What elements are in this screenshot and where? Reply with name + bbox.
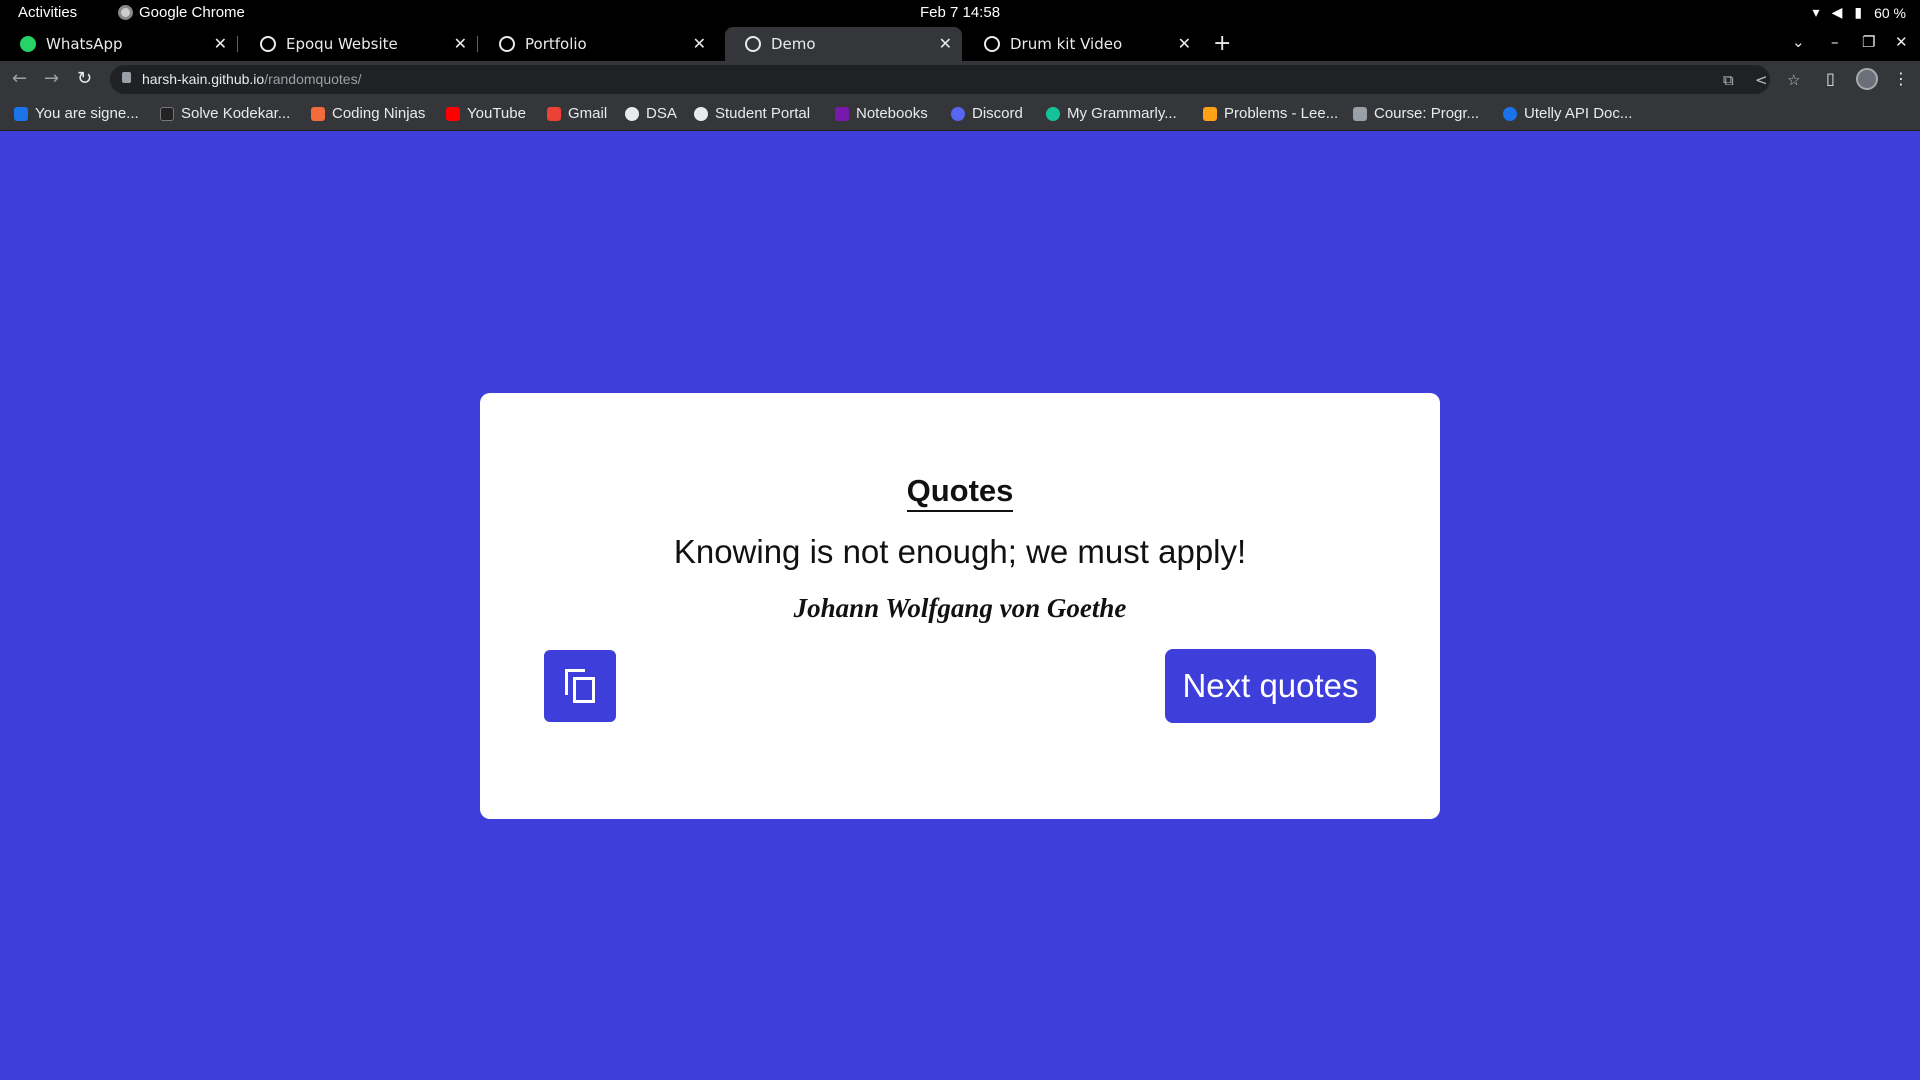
close-icon[interactable]: ✕ (454, 34, 467, 53)
bookmark-label: My Grammarly... (1067, 105, 1177, 122)
bookmark-item[interactable]: Course: Progr... (1353, 105, 1479, 122)
reload-icon[interactable]: ↻ (77, 68, 92, 89)
bookmark-label: Notebooks (856, 105, 928, 122)
globe-icon (260, 36, 276, 52)
restore-icon[interactable]: ❐ (1862, 33, 1875, 51)
more-menu-icon[interactable]: ⋮ (1893, 69, 1909, 88)
system-tray[interactable]: ▾ ◀ ▮ 60 % (1813, 4, 1906, 21)
bookmark-item[interactable]: Solve Kodekar... (160, 105, 290, 122)
bookmark-label: You are signe... (35, 105, 139, 122)
tab-drum-kit-video[interactable]: Drum kit Video ✕ (964, 27, 1201, 61)
tab-title: Epoqu Website (286, 35, 398, 53)
quote-text: Knowing is not enough; we must apply! (673, 533, 1247, 570)
side-panel-icon[interactable]: ▯ (1826, 69, 1835, 88)
new-tab-plus-icon[interactable]: + (1213, 31, 1231, 56)
forward-arrow-icon[interactable]: → (44, 68, 59, 89)
bookmark-favicon-icon (625, 106, 639, 121)
quote-card: Quotes Knowing is not enough; we must ap… (480, 393, 1440, 819)
back-arrow-icon[interactable]: ← (12, 68, 27, 89)
share-icon[interactable]: < (1755, 71, 1768, 89)
battery-icon: ▮ (1854, 4, 1863, 20)
bookmark-item[interactable]: Problems - Lee... (1203, 105, 1338, 122)
bookmark-item[interactable]: Gmail (547, 105, 607, 122)
bookmark-label: Coding Ninjas (332, 105, 426, 122)
youtube-icon (446, 106, 460, 121)
bookmark-item[interactable]: DSA (625, 105, 677, 122)
bookmark-label: YouTube (467, 105, 526, 122)
tab-search-chevron-icon[interactable]: ⌄ (1792, 33, 1805, 51)
tab-separator (237, 36, 238, 52)
discord-icon (951, 106, 965, 121)
bookmark-label: Gmail (568, 105, 608, 122)
tab-title: Drum kit Video (1010, 35, 1123, 53)
lock-icon[interactable] (122, 72, 131, 83)
tab-title: WhatsApp (46, 35, 123, 53)
translate-icon[interactable]: ⧉ (1723, 71, 1734, 89)
bookmark-label: DSA (646, 105, 677, 122)
bookmark-label: Problems - Lee... (1224, 105, 1339, 122)
globe-icon (499, 36, 515, 52)
bookmark-label: Student Portal (715, 105, 811, 122)
tab-demo[interactable]: Demo ✕ (725, 27, 962, 61)
bookmark-favicon-icon (311, 106, 325, 121)
tab-title: Portfolio (525, 35, 587, 53)
address-bar[interactable]: harsh-kain.github.io/randomquotes/ ⧉ < ☆ (110, 65, 1800, 94)
url-path: /randomquotes/ (264, 71, 362, 87)
bookmark-item[interactable]: Discord (951, 105, 1023, 122)
close-icon[interactable]: ✕ (1178, 34, 1191, 53)
bookmark-item[interactable]: Coding Ninjas (311, 105, 425, 122)
quote-author: Johann Wolfgang von Goethe (793, 593, 1127, 623)
close-icon[interactable]: ✕ (214, 34, 227, 53)
page-title: Quotes (480, 473, 1440, 512)
bookmark-label: Discord (972, 105, 1023, 122)
bookmark-favicon-icon (1353, 106, 1367, 121)
bookmark-item[interactable]: Utelly API Doc... (1503, 105, 1632, 122)
bookmarks-bar: You are signe... Solve Kodekar... Coding… (0, 98, 1920, 131)
leetcode-icon (1203, 106, 1217, 121)
close-icon[interactable]: ✕ (939, 34, 952, 53)
bookmark-favicon-icon (160, 106, 174, 121)
copy-icon-front (573, 677, 595, 703)
url-host: harsh-kain.github.io (142, 71, 265, 87)
page-title-text: Quotes (906, 473, 1014, 512)
tab-separator (477, 36, 478, 52)
gmail-icon (547, 106, 561, 121)
globe-icon (694, 106, 708, 121)
clock[interactable]: Feb 7 14:58 (0, 4, 1920, 21)
bookmark-star-icon[interactable]: ☆ (1787, 71, 1800, 89)
browser-toolbar: ← → ↻ harsh-kain.github.io/randomquotes/… (0, 61, 1920, 98)
globe-icon (745, 36, 761, 52)
whatsapp-icon (20, 36, 36, 52)
bookmark-label: Utelly API Doc... (1524, 105, 1633, 122)
url-text[interactable]: harsh-kain.github.io/randomquotes/ (142, 71, 361, 87)
tab-epoqu-website[interactable]: Epoqu Website ✕ (240, 27, 478, 61)
tab-whatsapp[interactable]: WhatsApp ✕ (0, 27, 238, 61)
close-icon[interactable]: ✕ (693, 34, 706, 53)
window-close-icon[interactable]: ✕ (1895, 33, 1908, 51)
profile-avatar[interactable] (1856, 68, 1878, 90)
bookmark-label: Solve Kodekar... (181, 105, 291, 122)
system-top-bar: Activities Google Chrome Feb 7 14:58 ▾ ◀… (0, 0, 1920, 27)
globe-icon (984, 36, 1000, 52)
bookmark-item[interactable]: Notebooks (835, 105, 928, 122)
next-quote-button[interactable]: Next quotes (1165, 649, 1376, 723)
bookmark-item[interactable]: My Grammarly... (1046, 105, 1177, 122)
grammarly-icon (1046, 106, 1060, 121)
bookmark-favicon-icon (1503, 106, 1517, 121)
bookmark-item[interactable]: Student Portal (694, 105, 810, 122)
tab-portfolio[interactable]: Portfolio ✕ (479, 27, 716, 61)
bookmark-item[interactable]: You are signe... (14, 105, 139, 122)
battery-level: 60 % (1874, 4, 1906, 21)
tab-title: Demo (771, 35, 816, 53)
onenote-icon (835, 106, 849, 121)
bookmark-item[interactable]: YouTube (446, 105, 526, 122)
minimize-icon[interactable]: – (1831, 33, 1839, 51)
copy-button[interactable] (544, 650, 616, 722)
volume-icon: ◀ (1831, 4, 1843, 20)
tab-strip: WhatsApp ✕ Epoqu Website ✕ Portfolio ✕ D… (0, 27, 1920, 61)
bookmark-favicon-icon (14, 106, 28, 121)
bookmark-label: Course: Progr... (1374, 105, 1480, 122)
wifi-icon: ▾ (1812, 4, 1820, 20)
